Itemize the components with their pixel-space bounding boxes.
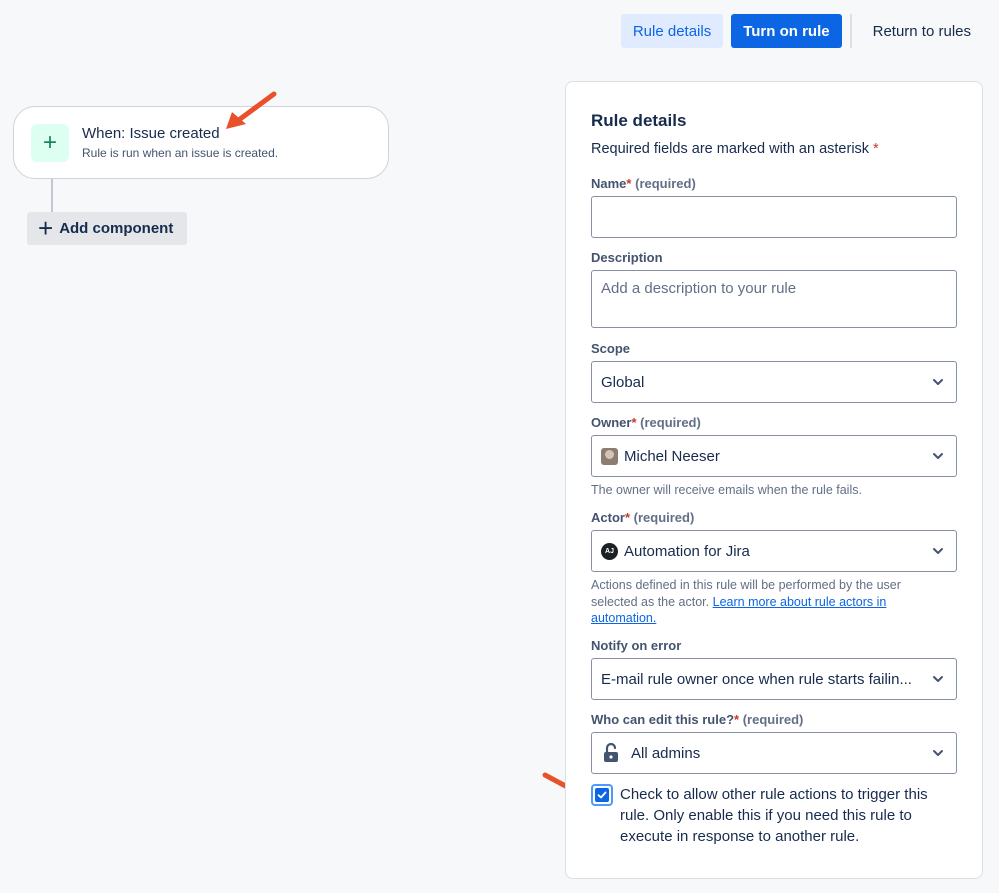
editors-label: Who can edit this rule?* (required) — [591, 712, 803, 727]
required-asterisk: * — [873, 141, 879, 157]
required-asterisk: * — [631, 415, 637, 430]
allow-trigger-text: Check to allow other rule actions to tri… — [620, 786, 928, 845]
required-hint: (required) — [635, 176, 696, 191]
required-hint: (required) — [633, 510, 695, 525]
rule-details-panel: Rule details Required fields are marked … — [565, 81, 983, 879]
owner-label-text: Owner — [591, 415, 632, 430]
actor-value: Automation for Jira — [624, 542, 750, 560]
editors-value: All admins — [631, 744, 701, 762]
check-icon — [595, 788, 609, 802]
allow-trigger-checkbox[interactable] — [591, 784, 613, 806]
owner-label: Owner* (required) — [591, 415, 701, 430]
description-textarea[interactable]: Add a description to your rule — [591, 270, 957, 328]
divider — [849, 14, 852, 48]
required-hint: (required) — [640, 415, 701, 430]
required-asterisk: * — [624, 510, 631, 525]
notify-select[interactable]: E-mail rule owner once when rule starts … — [591, 658, 957, 700]
owner-help: The owner will receive emails when the r… — [591, 483, 862, 497]
rule-details-button[interactable]: Rule details — [620, 14, 724, 48]
connector-line — [51, 179, 53, 213]
actor-help: Actions defined in this rule will be per… — [591, 577, 931, 627]
actor-label-text: Actor — [591, 510, 625, 525]
chevron-down-icon — [933, 379, 943, 385]
owner-select[interactable]: Michel Neeser — [591, 435, 957, 477]
name-input[interactable] — [591, 196, 957, 238]
add-component-button[interactable]: + Add component — [27, 212, 187, 245]
scope-select[interactable]: Global — [591, 361, 957, 403]
scope-label: Scope — [591, 341, 631, 356]
name-label-text: Name — [591, 176, 627, 191]
required-hint: (required) — [742, 712, 804, 727]
notify-value: E-mail rule owner once when rule starts … — [601, 670, 912, 688]
plus-icon: + — [38, 212, 54, 243]
return-to-rules-button[interactable]: Return to rules — [860, 14, 999, 48]
editors-select[interactable]: All admins — [591, 732, 957, 774]
lock-open-icon — [604, 742, 618, 762]
actor-label: Actor* (required) — [591, 510, 694, 525]
plus-icon: + — [31, 123, 69, 162]
chevron-down-icon — [933, 453, 943, 459]
chevron-down-icon — [933, 676, 943, 682]
description-label: Description — [591, 250, 663, 265]
avatar-icon — [601, 447, 618, 465]
actor-select[interactable]: AJ Automation for Jira — [591, 530, 957, 572]
owner-value: Michel Neeser — [624, 447, 720, 465]
required-asterisk: * — [626, 176, 632, 191]
add-component-label: Add component — [59, 220, 174, 237]
chevron-down-icon — [933, 548, 943, 554]
arrow-annotation-icon — [226, 91, 277, 129]
notify-label: Notify on error — [591, 638, 682, 653]
required-note: Required fields are marked with an aster… — [591, 141, 879, 157]
panel-title: Rule details — [591, 111, 687, 130]
top-bar: Rule details Turn on rule Return to rule… — [620, 13, 999, 49]
trigger-card[interactable]: + When: Issue created Rule is run when a… — [13, 106, 389, 179]
trigger-subtitle: Rule is run when an issue is created. — [82, 146, 279, 160]
name-label: Name* (required) — [591, 176, 696, 191]
description-placeholder: Add a description to your rule — [601, 280, 797, 297]
editors-label-text: Who can edit this rule? — [591, 712, 735, 727]
actor-avatar-icon: AJ — [601, 542, 618, 560]
scope-value: Global — [601, 373, 645, 391]
required-note-text: Required fields are marked with an aster… — [591, 141, 870, 157]
allow-trigger-row: Check to allow other rule actions to tri… — [591, 784, 951, 847]
turn-on-rule-button[interactable]: Turn on rule — [731, 14, 842, 48]
chevron-down-icon — [933, 750, 943, 756]
required-asterisk: * — [734, 712, 740, 727]
